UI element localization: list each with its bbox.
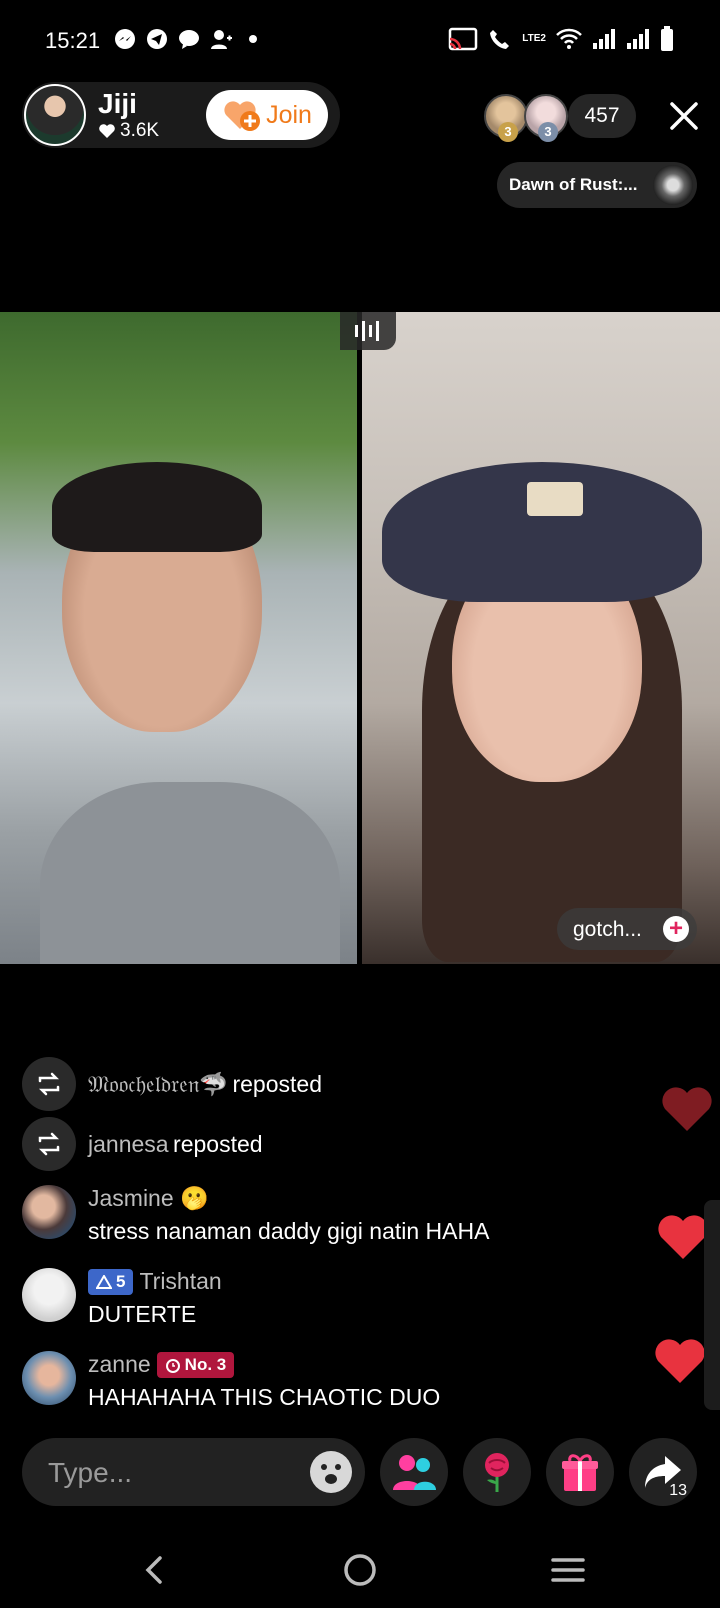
emoji-icon[interactable] bbox=[310, 1451, 352, 1493]
game-label: Dawn of Rust:... bbox=[509, 175, 638, 194]
level-badge: 5 bbox=[88, 1268, 134, 1295]
comment-user[interactable]: jannesa bbox=[88, 1131, 169, 1157]
wifi-icon bbox=[556, 28, 582, 49]
share-count: 13 bbox=[669, 1482, 687, 1499]
notification-icons bbox=[114, 28, 264, 50]
comment-chat-1: Jasmine 🫢 stress nanaman daddy gigi nati… bbox=[22, 1185, 652, 1245]
people-icon bbox=[393, 1455, 436, 1490]
guest-hat-label bbox=[527, 482, 583, 516]
dot-icon bbox=[249, 35, 257, 43]
guest-tag[interactable]: gotch... + bbox=[557, 908, 697, 950]
comment-action: reposted bbox=[232, 1070, 322, 1097]
comment-text: stress nanaman daddy gigi natin HAHA bbox=[88, 1218, 490, 1244]
gift-button[interactable] bbox=[546, 1438, 614, 1506]
avatar[interactable] bbox=[22, 1268, 76, 1322]
repost-icon bbox=[22, 1117, 76, 1171]
avatar[interactable] bbox=[22, 1351, 76, 1405]
status-bar: 15:21 LTE2 bbox=[0, 0, 720, 80]
nav-recents-button[interactable] bbox=[538, 1540, 598, 1600]
telegram-icon bbox=[147, 29, 167, 49]
game-thumbnail bbox=[653, 165, 693, 205]
guest-video[interactable] bbox=[362, 312, 720, 964]
close-icon[interactable] bbox=[664, 96, 704, 136]
add-person-icon bbox=[211, 30, 232, 49]
heart-icon bbox=[99, 124, 115, 138]
host-info[interactable]: Jiji 3.6K Join bbox=[22, 82, 340, 148]
game-tag[interactable]: Dawn of Rust:... bbox=[497, 162, 697, 208]
comment-input[interactable] bbox=[46, 1452, 290, 1494]
floating-heart-icon bbox=[655, 1339, 705, 1383]
home-icon bbox=[344, 1554, 376, 1586]
join-label: Join bbox=[266, 100, 312, 129]
signal-icon-2 bbox=[627, 29, 649, 49]
viewer-rank-badge-1: 3 bbox=[498, 122, 518, 142]
comment-box[interactable] bbox=[22, 1438, 365, 1506]
status-time: 15:21 bbox=[45, 28, 101, 53]
floating-heart-icon bbox=[662, 1087, 712, 1131]
host-hair bbox=[52, 462, 262, 552]
rose-gift-button[interactable] bbox=[463, 1438, 531, 1506]
host-video[interactable] bbox=[0, 312, 357, 964]
viewer-avatar-1[interactable]: 3 bbox=[484, 94, 528, 142]
comment-repost-2: jannesa reposted bbox=[22, 1117, 652, 1171]
follow-guest-button[interactable]: + bbox=[663, 916, 689, 942]
multi-guest-button[interactable] bbox=[380, 1438, 448, 1506]
viewer-count[interactable]: 457 bbox=[568, 94, 636, 138]
rank-badge-value: No. 3 bbox=[184, 1354, 227, 1374]
host-avatar[interactable] bbox=[24, 84, 86, 146]
comment-text: DUTERTE bbox=[88, 1301, 197, 1327]
host-figure bbox=[40, 782, 340, 964]
comment-chat-3: zanne No. 3 HAHAHAHA THIS CHAOTIC DUO bbox=[22, 1351, 652, 1411]
comment-user[interactable]: zanne bbox=[88, 1351, 151, 1378]
viewer-avatar-2[interactable]: 3 bbox=[524, 94, 568, 142]
rank-badge: No. 3 bbox=[156, 1351, 235, 1378]
back-icon bbox=[145, 1556, 162, 1584]
messenger-icon bbox=[115, 29, 135, 49]
comment-repost-1: 𝔐𝔬𝔬𝔠𝔥𝔢𝔩𝔡𝔯𝔢𝔫🦈 reposted bbox=[22, 1057, 652, 1111]
nav-home-button[interactable] bbox=[330, 1540, 390, 1600]
comment-user[interactable]: Trishtan bbox=[139, 1268, 221, 1295]
host-likes: 3.6K bbox=[98, 120, 159, 142]
comment-action: reposted bbox=[173, 1130, 263, 1157]
join-button[interactable]: Join bbox=[206, 90, 328, 140]
triangle-icon bbox=[96, 1274, 112, 1289]
signal-icon-1 bbox=[593, 29, 615, 49]
gift-icon bbox=[562, 1454, 598, 1491]
avatar[interactable] bbox=[22, 1185, 76, 1239]
clock-icon bbox=[165, 1358, 180, 1373]
viewer-rank-badge-2: 3 bbox=[538, 122, 558, 142]
share-button[interactable]: 13 bbox=[629, 1438, 697, 1506]
chat-bubble-icon bbox=[179, 30, 199, 49]
host-name: Jiji bbox=[98, 88, 137, 119]
cast-icon bbox=[449, 27, 478, 51]
recents-icon bbox=[551, 1558, 585, 1582]
top-viewers[interactable]: 3 3 457 bbox=[484, 94, 636, 142]
rose-icon bbox=[485, 1453, 509, 1492]
host-likes-count: 3.6K bbox=[120, 120, 160, 141]
side-scroll-indicator[interactable] bbox=[704, 1200, 720, 1410]
floating-heart-icon bbox=[658, 1215, 708, 1259]
repost-icon bbox=[22, 1057, 76, 1111]
system-icons: LTE2 bbox=[448, 26, 674, 52]
nav-back-button[interactable] bbox=[124, 1540, 184, 1600]
wifi-call-icon bbox=[490, 30, 510, 49]
comment-user[interactable]: 𝔐𝔬𝔬𝔠𝔥𝔢𝔩𝔡𝔯𝔢𝔫🦈 bbox=[88, 1071, 228, 1097]
guest-name: gotch... bbox=[573, 918, 642, 941]
volte-label: LTE2 bbox=[522, 33, 546, 44]
audio-wave-icon bbox=[355, 321, 379, 341]
comment-chat-2: 5 Trishtan DUTERTE bbox=[22, 1268, 652, 1328]
comment-user[interactable]: Jasmine 🫢 bbox=[88, 1185, 489, 1212]
level-badge-value: 5 bbox=[116, 1271, 126, 1291]
heart-plus-icon bbox=[224, 101, 261, 131]
battery-icon bbox=[661, 26, 673, 51]
audio-indicator bbox=[340, 312, 396, 350]
comment-text: HAHAHAHA THIS CHAOTIC DUO bbox=[88, 1384, 441, 1410]
